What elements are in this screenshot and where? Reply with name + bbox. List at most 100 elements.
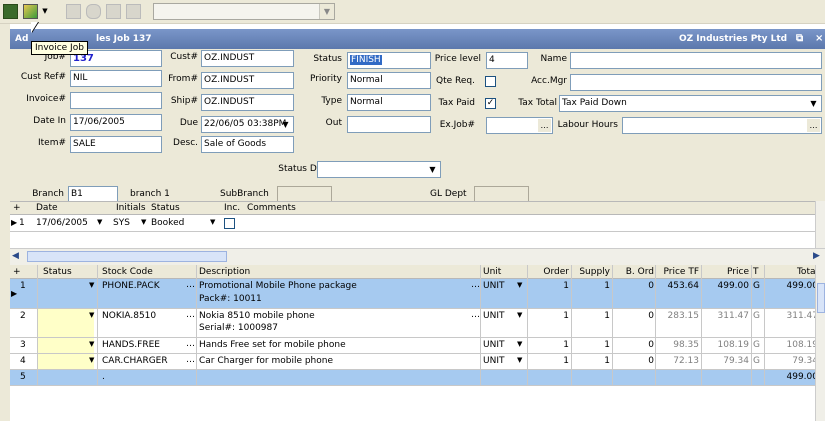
scroll-thumb[interactable]	[817, 283, 825, 313]
status-field[interactable]: FINISH	[347, 52, 431, 69]
settings-icon[interactable]	[86, 4, 101, 19]
lookup-ellipsis-icon[interactable]: …	[807, 119, 820, 132]
chevron-down-icon[interactable]: ▼	[89, 356, 94, 364]
inc-checkbox[interactable]	[224, 218, 235, 229]
exjob-field[interactable]: …	[486, 117, 553, 134]
type-field[interactable]: Normal	[347, 94, 431, 111]
add-item-icon[interactable]: +	[13, 267, 21, 277]
price-tf[interactable]: 72.13	[657, 356, 699, 366]
unit[interactable]: UNIT	[483, 340, 504, 350]
tax-total-field[interactable]: Tax Paid Down ▼	[559, 95, 822, 112]
chevron-down-icon[interactable]: ▼	[517, 281, 522, 289]
edit-icon[interactable]	[3, 4, 18, 19]
chevron-down-icon[interactable]: ▼	[279, 118, 292, 131]
status-grid-scrollbar[interactable]	[815, 201, 825, 248]
description-line1[interactable]: Car Charger for mobile phone	[199, 356, 333, 366]
stock-code[interactable]: PHONE.PACK	[102, 281, 160, 291]
price-tf[interactable]: 453.64	[657, 281, 700, 291]
status-cell[interactable]	[38, 309, 94, 337]
price[interactable]: 79.34	[707, 356, 749, 366]
tax-code[interactable]: G	[753, 356, 760, 366]
price-tf[interactable]: 283.15	[657, 311, 700, 321]
price[interactable]: 311.47	[707, 311, 750, 321]
scroll-thumb[interactable]	[27, 251, 227, 262]
unit[interactable]: UNIT	[483, 281, 504, 291]
chevron-down-icon[interactable]: ▼	[517, 356, 522, 364]
status-due-field[interactable]: ▼	[317, 161, 441, 178]
due-field[interactable]: 22/06/05 03:38PM ▼	[201, 116, 294, 133]
toolbar-combo[interactable]: ▼	[153, 3, 335, 20]
chevron-down-icon[interactable]: ▼	[426, 163, 439, 176]
description-line1[interactable]: Nokia 8510 mobile phone	[199, 311, 315, 321]
stock-code[interactable]: NOKIA.8510	[102, 311, 156, 321]
table-row[interactable]: 4 ▼ CAR.CHARGER … Car Charger for mobile…	[10, 354, 825, 370]
date-in-field[interactable]: 17/06/2005	[70, 114, 162, 131]
lookup-ellipsis-icon[interactable]: …	[186, 355, 195, 365]
tax-code[interactable]: G	[753, 281, 760, 291]
name-field[interactable]	[570, 52, 822, 69]
tax-code[interactable]: G	[753, 311, 760, 321]
close-icon[interactable]: ×	[815, 29, 823, 49]
accmgr-field[interactable]	[570, 74, 822, 91]
status-row-status[interactable]: Booked	[151, 218, 184, 228]
stock-code[interactable]: HANDS.FREE	[102, 340, 160, 350]
add-row-icon[interactable]: +	[13, 203, 21, 213]
chevron-down-icon[interactable]: ▼	[807, 97, 820, 110]
table-row[interactable]: 3 ▼ HANDS.FREE … Hands Free set for mobi…	[10, 338, 825, 354]
order-qty[interactable]: 1	[529, 356, 569, 366]
status-cell[interactable]	[38, 338, 94, 353]
restore-icon[interactable]: ⧉	[796, 29, 803, 49]
lookup-ellipsis-icon[interactable]: …	[186, 339, 195, 349]
window-title-bar[interactable]: Ad les Job 137 OZ Industries Pty Ltd ⧉ ×	[10, 29, 825, 49]
print-icon[interactable]	[106, 4, 121, 19]
totals-row[interactable]: 5 . 499.00	[10, 370, 825, 386]
lookup-ellipsis-icon[interactable]: …	[538, 119, 551, 132]
cust-field[interactable]: OZ.INDUST	[201, 50, 294, 67]
from-field[interactable]: OZ.INDUST	[201, 72, 294, 89]
table-row[interactable]: 2 ▼ NOKIA.8510 … Nokia 8510 mobile phone…	[10, 309, 825, 338]
dropdown-arrow-icon[interactable]: ▼	[41, 4, 49, 19]
chevron-down-icon[interactable]: ▼	[210, 218, 215, 226]
tax-paid-checkbox[interactable]: ✓	[485, 98, 496, 109]
qte-req-checkbox[interactable]	[485, 76, 496, 87]
chevron-down-icon[interactable]: ▼	[141, 218, 146, 226]
invoice-field[interactable]	[70, 92, 162, 109]
scroll-right-icon[interactable]: ▶	[813, 251, 820, 261]
ship-field[interactable]: OZ.INDUST	[201, 94, 294, 111]
lookup-ellipsis-icon[interactable]: …	[471, 310, 480, 320]
tax-code[interactable]: G	[753, 340, 760, 350]
price[interactable]: 108.19	[707, 340, 750, 350]
items-grid-scrollbar[interactable]	[815, 265, 825, 421]
unit[interactable]: UNIT	[483, 311, 504, 321]
out-field[interactable]	[347, 116, 431, 133]
lookup-ellipsis-icon[interactable]: …	[186, 310, 195, 320]
chevron-down-icon[interactable]: ▼	[517, 340, 522, 348]
unit[interactable]: UNIT	[483, 356, 504, 366]
lookup-ellipsis-icon[interactable]: …	[186, 280, 195, 290]
chevron-down-icon[interactable]: ▼	[89, 340, 94, 348]
stock-code[interactable]: .	[102, 372, 105, 382]
chevron-down-icon[interactable]: ▼	[517, 311, 522, 319]
scroll-left-icon[interactable]: ◀	[12, 251, 19, 261]
price[interactable]: 499.00	[707, 281, 750, 291]
description-line1[interactable]: Promotional Mobile Phone package	[199, 281, 357, 291]
status-row-date[interactable]: 17/06/2005	[36, 218, 88, 228]
horizontal-scrollbar[interactable]: ◀ ▶	[10, 248, 825, 265]
copy-icon[interactable]	[66, 4, 81, 19]
order-qty[interactable]: 1	[529, 311, 569, 321]
preview-icon[interactable]	[126, 4, 141, 19]
invoice-job-icon[interactable]	[23, 4, 38, 19]
status-row-initials[interactable]: SYS	[113, 218, 130, 228]
table-row[interactable]: ▶ 1 ▼ PHONE.PACK … Promotional Mobile Ph…	[10, 279, 825, 309]
order-qty[interactable]: 1	[529, 340, 569, 350]
priority-field[interactable]: Normal	[347, 72, 431, 89]
supply-qty[interactable]: 1	[570, 281, 610, 291]
cust-ref-field[interactable]: NIL	[70, 70, 162, 87]
labour-hours-field[interactable]: …	[622, 117, 822, 134]
price-tf[interactable]: 98.35	[657, 340, 699, 350]
lookup-ellipsis-icon[interactable]: …	[471, 280, 480, 290]
price-level-field[interactable]: 4	[486, 52, 528, 69]
stock-code[interactable]: CAR.CHARGER	[102, 356, 168, 366]
status-row[interactable]: ▶ 1 17/06/2005 ▼ SYS ▼ Booked ▼	[10, 216, 825, 232]
description-line1[interactable]: Hands Free set for mobile phone	[199, 340, 346, 350]
